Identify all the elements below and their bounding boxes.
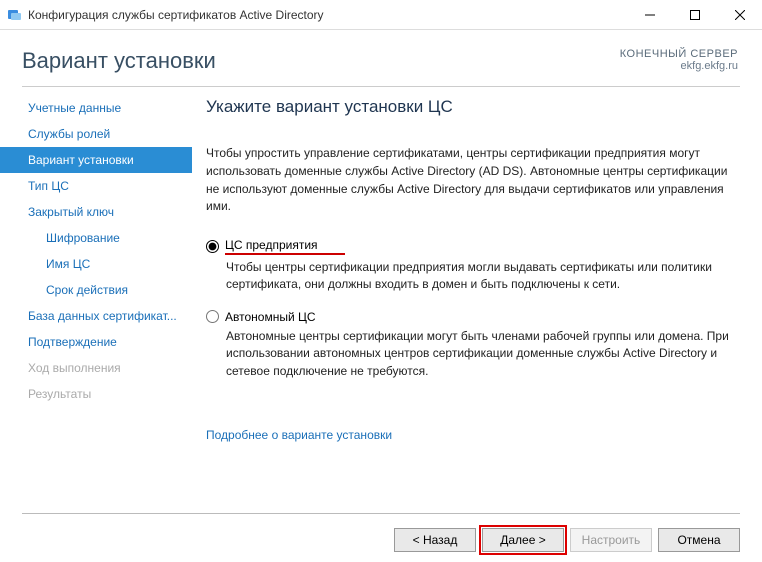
page-title: Вариант установки [22,48,216,74]
content-area: Укажите вариант установки ЦС Чтобы упрос… [192,87,762,507]
app-icon [6,7,22,23]
back-button[interactable]: < Назад [394,528,476,552]
option-enterprise-ca-sub: Чтобы центры сертификации предприятия мо… [226,259,734,294]
more-info-link[interactable]: Подробнее о варианте установки [206,428,392,442]
option-enterprise-ca-label: ЦС предприятия [225,238,345,255]
option-enterprise-ca: ЦС предприятия Чтобы центры сертификации… [206,238,734,294]
sidebar-item-progress: Ход выполнения [0,355,192,381]
titlebar-left: Конфигурация службы сертификатов Active … [6,7,324,23]
footer-buttons: < Назад Далее > Настроить Отмена [0,514,762,562]
more-info-row: Подробнее о варианте установки [206,428,734,442]
sidebar-item-validity[interactable]: Срок действия [0,277,192,303]
titlebar: Конфигурация службы сертификатов Active … [0,0,762,30]
titlebar-title: Конфигурация службы сертификатов Active … [28,8,324,22]
sidebar-item-results: Результаты [0,381,192,407]
content-title: Укажите вариант установки ЦС [206,97,734,117]
maximize-button[interactable] [672,0,717,30]
content-description: Чтобы упростить управление сертификатами… [206,145,734,216]
option-standalone-ca-label: Автономный ЦС [225,310,316,324]
option-enterprise-ca-radio[interactable]: ЦС предприятия [206,238,734,255]
sidebar-item-cert-database[interactable]: База данных сертификат... [0,303,192,329]
sidebar-item-ca-name[interactable]: Имя ЦС [0,251,192,277]
sidebar-item-role-services[interactable]: Службы ролей [0,121,192,147]
sidebar-item-ca-type[interactable]: Тип ЦС [0,173,192,199]
sidebar-item-setup-type[interactable]: Вариант установки [0,147,192,173]
sidebar-item-private-key[interactable]: Закрытый ключ [0,199,192,225]
main-area: Учетные данные Службы ролей Вариант уста… [0,87,762,507]
cancel-button[interactable]: Отмена [658,528,740,552]
sidebar-item-confirmation[interactable]: Подтверждение [0,329,192,355]
wizard-sidebar: Учетные данные Службы ролей Вариант уста… [0,87,192,507]
option-standalone-ca-sub: Автономные центры сертификации могут быт… [226,328,734,380]
window-controls [627,0,762,30]
radio-enterprise[interactable] [206,240,219,253]
header-server: ekfg.ekfg.ru [620,60,738,72]
sidebar-item-cryptography[interactable]: Шифрование [0,225,192,251]
option-standalone-ca-radio[interactable]: Автономный ЦС [206,310,734,324]
option-standalone-ca: Автономный ЦС Автономные центры сертифик… [206,310,734,380]
header-right: КОНЕЧНЫЙ СЕРВЕР ekfg.ekfg.ru [620,48,738,74]
header-role: КОНЕЧНЫЙ СЕРВЕР [620,48,738,60]
minimize-button[interactable] [627,0,672,30]
page-header: Вариант установки КОНЕЧНЫЙ СЕРВЕР ekfg.e… [0,30,762,84]
close-button[interactable] [717,0,762,30]
sidebar-item-credentials[interactable]: Учетные данные [0,95,192,121]
radio-standalone[interactable] [206,310,219,323]
configure-button: Настроить [570,528,652,552]
next-button[interactable]: Далее > [482,528,564,552]
